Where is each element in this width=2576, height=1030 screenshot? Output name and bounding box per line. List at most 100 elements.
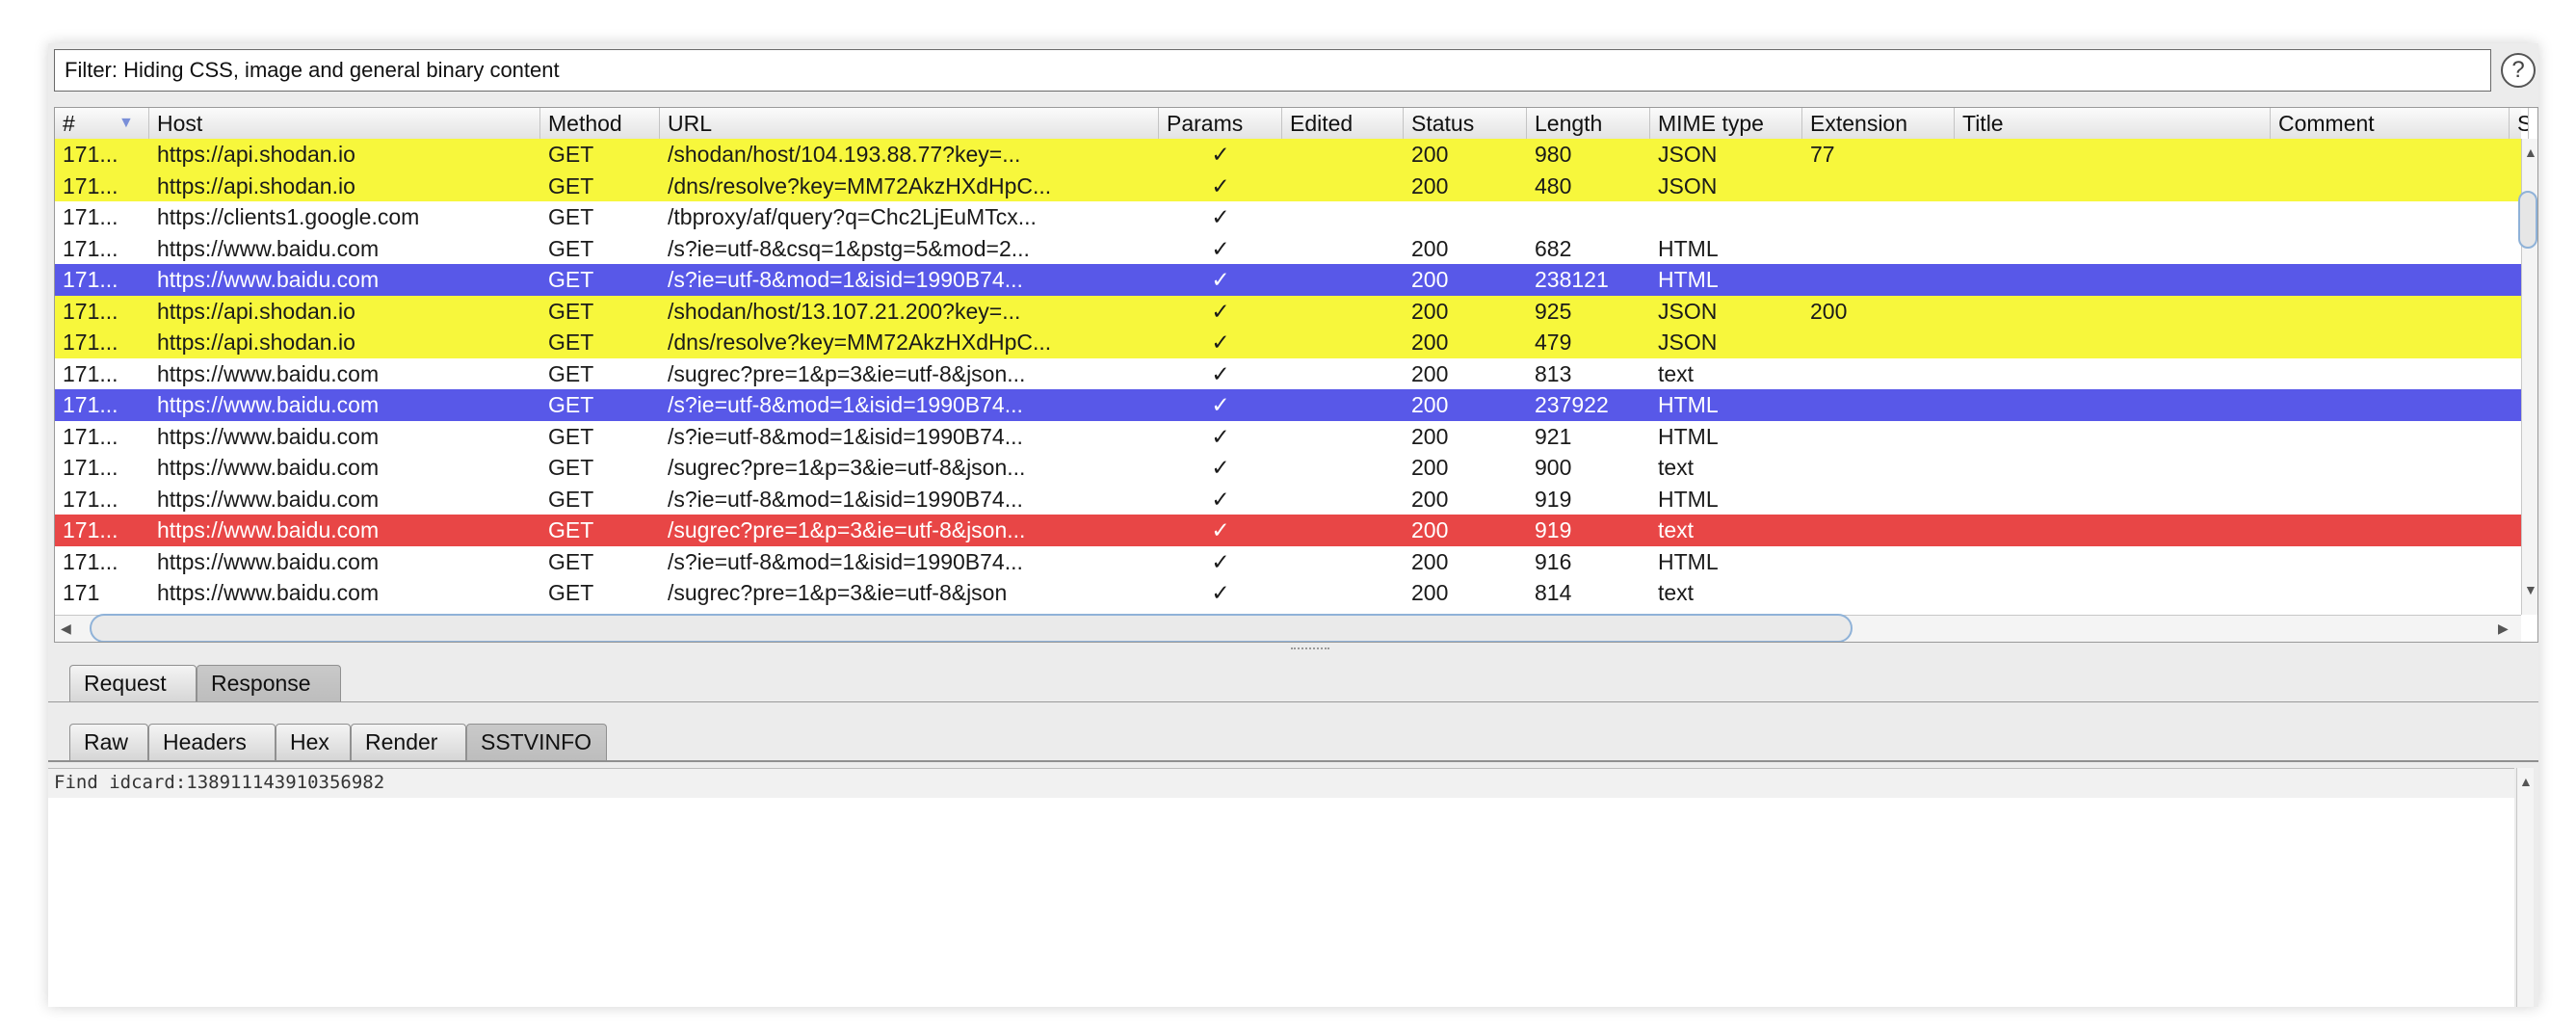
cell-status: 200 (1411, 455, 1449, 480)
cell-edited (1282, 546, 1404, 577)
cell-edited (1282, 327, 1404, 357)
cell-method: GET (548, 548, 594, 574)
cell-edited (1282, 389, 1404, 420)
scroll-up-icon[interactable]: ▲ (2519, 774, 2533, 789)
tab-headers[interactable]: Headers (148, 724, 276, 760)
cell-title (1955, 171, 2271, 201)
cell-mime-type: text (1658, 517, 1695, 542)
scroll-up-icon[interactable]: ▲ (2524, 145, 2537, 160)
cell-method: GET (548, 298, 594, 324)
column-header-edited[interactable]: Edited (1282, 108, 1404, 139)
tab-render[interactable]: Render (351, 724, 466, 760)
column-header-method[interactable]: Method (540, 108, 660, 139)
table-row[interactable]: 171... https://api.shodan.io GET/shodan/ho… (55, 295, 2521, 327)
cell-length: 980 (1535, 142, 1572, 167)
column-header-comment[interactable]: Comment (2271, 108, 2510, 139)
cell-status: 200 (1411, 298, 1449, 324)
response-vertical-scrollbar[interactable]: ▲ (2516, 768, 2534, 1007)
cell-extension (1802, 577, 1955, 608)
cell-params: ✓ (1211, 267, 1230, 292)
tab-raw[interactable]: Raw (69, 724, 148, 760)
cell-extension (1802, 171, 1955, 201)
cell-status: 200 (1411, 423, 1449, 449)
cell-host: https://www.baidu.com (157, 517, 380, 542)
cell-extension (1802, 421, 1955, 452)
filter-bar[interactable]: Filter: Hiding CSS, image and general bi… (54, 49, 2491, 92)
table-row[interactable]: 171... https://api.shodan.io GET/dns/resol… (55, 170, 2521, 201)
table-row[interactable]: 171... https://clients1.google.com GET/tbp… (55, 201, 2521, 233)
table-row[interactable]: 171... https://www.baidu.com GET/s?ie=utf-… (55, 483, 2521, 515)
cell-extension (1802, 264, 1955, 295)
cell-extension (1802, 327, 1955, 357)
column-header-host[interactable]: Host (149, 108, 540, 139)
burp-proxy-history-window: Filter: Hiding CSS, image and general bi… (48, 43, 2538, 1007)
table-row[interactable]: 171... https://www.baidu.com GET/s?ie=utf-… (55, 264, 2521, 296)
cell-host: https://www.baidu.com (157, 548, 380, 574)
table-row[interactable]: 171... https://api.shodan.io GET/shodan/ho… (55, 139, 2521, 171)
cell-host: https://www.baidu.com (157, 423, 380, 449)
response-panel[interactable]: Find idcard:138911143910356982 (48, 768, 2514, 1007)
cell-comment (2271, 546, 2510, 577)
cell-status: 200 (1411, 548, 1449, 574)
cell-comment (2271, 233, 2510, 264)
cell-host: https://api.shodan.io (157, 298, 355, 324)
cell-length: 238121 (1535, 267, 1609, 292)
cell-number: 171... (63, 235, 118, 261)
tab-sstvinfo[interactable]: SSTVINFO (466, 724, 607, 760)
table-row[interactable]: 171... https://www.baidu.com GET/s?ie=utf-… (55, 232, 2521, 264)
help-icon[interactable]: ? (2501, 53, 2536, 88)
table-scroll-thumb[interactable] (2518, 191, 2537, 249)
cell-host: https://www.baidu.com (157, 580, 380, 605)
table-vertical-scrollbar[interactable]: ▲ ▼ (2518, 139, 2537, 615)
table-row[interactable]: 171... https://www.baidu.com GET/s?ie=utf-… (55, 420, 2521, 452)
cell-length: 682 (1535, 235, 1572, 261)
table-row[interactable]: 171... https://www.baidu.com GET/sugrec?pr… (55, 357, 2521, 389)
column-header-status[interactable]: Status (1404, 108, 1527, 139)
cell-status: 200 (1411, 392, 1449, 417)
cell-host: https://www.baidu.com (157, 360, 380, 386)
table-hscroll-thumb[interactable] (90, 614, 1853, 642)
cell-params: ✓ (1211, 142, 1230, 167)
cell-title (1955, 296, 2271, 327)
table-body: 171... https://api.shodan.io GET/shodan/ho… (55, 139, 2521, 615)
cell-params: ✓ (1211, 172, 1230, 198)
cell-title (1955, 484, 2271, 515)
column-header-s[interactable]: S (2510, 108, 2529, 139)
tab-response[interactable]: Response (197, 665, 341, 701)
cell-number: 171... (63, 204, 118, 229)
scroll-left-icon[interactable]: ◀ (61, 621, 71, 637)
column-header-url[interactable]: URL (660, 108, 1159, 139)
cell-length: 479 (1535, 330, 1572, 355)
cell-title (1955, 515, 2271, 545)
table-row[interactable]: 171... https://api.shodan.io GET/dns/resol… (55, 327, 2521, 358)
table-row[interactable]: 171... https://www.baidu.com GET/s?ie=utf-… (55, 389, 2521, 421)
cell-extension (1802, 546, 1955, 577)
column-header-mime-type[interactable]: MIME type (1650, 108, 1802, 139)
cell-length: 925 (1535, 298, 1572, 324)
cell-number: 171... (63, 172, 118, 198)
table-row[interactable]: 171 https://www.baidu.com GET/sugrec?pre=1… (55, 577, 2521, 609)
column-header-extension[interactable]: Extension (1802, 108, 1955, 139)
column-header-params[interactable]: Params (1159, 108, 1282, 139)
cell-extension: 77 (1810, 142, 1835, 167)
cell-number: 171... (63, 392, 118, 417)
table-horizontal-scrollbar[interactable]: ◀ ▶ (55, 614, 2521, 642)
column-header-length[interactable]: Length (1527, 108, 1650, 139)
table-row[interactable]: 171... https://www.baidu.com GET/sugrec?pr… (55, 515, 2521, 546)
table-row[interactable]: 171... https://www.baidu.com GET/s?ie=utf-… (55, 545, 2521, 577)
cell-method: GET (548, 330, 594, 355)
cell-comment (2271, 452, 2510, 483)
cell-comment (2271, 577, 2510, 608)
cell-number: 171... (63, 455, 118, 480)
tab-request[interactable]: Request (69, 665, 197, 701)
splitter-handle[interactable] (1291, 647, 1329, 653)
cell-mime-type: HTML (1658, 423, 1719, 449)
column-header-title[interactable]: Title (1955, 108, 2271, 139)
cell-params: ✓ (1211, 580, 1230, 605)
tab-hex[interactable]: Hex (276, 724, 351, 760)
column-header-number[interactable]: # ▼ (55, 108, 149, 139)
cell-title (1955, 546, 2271, 577)
table-row[interactable]: 171... https://www.baidu.com GET/sugrec?pr… (55, 452, 2521, 484)
scroll-down-icon[interactable]: ▼ (2524, 582, 2537, 597)
scroll-right-icon[interactable]: ▶ (2498, 621, 2509, 637)
